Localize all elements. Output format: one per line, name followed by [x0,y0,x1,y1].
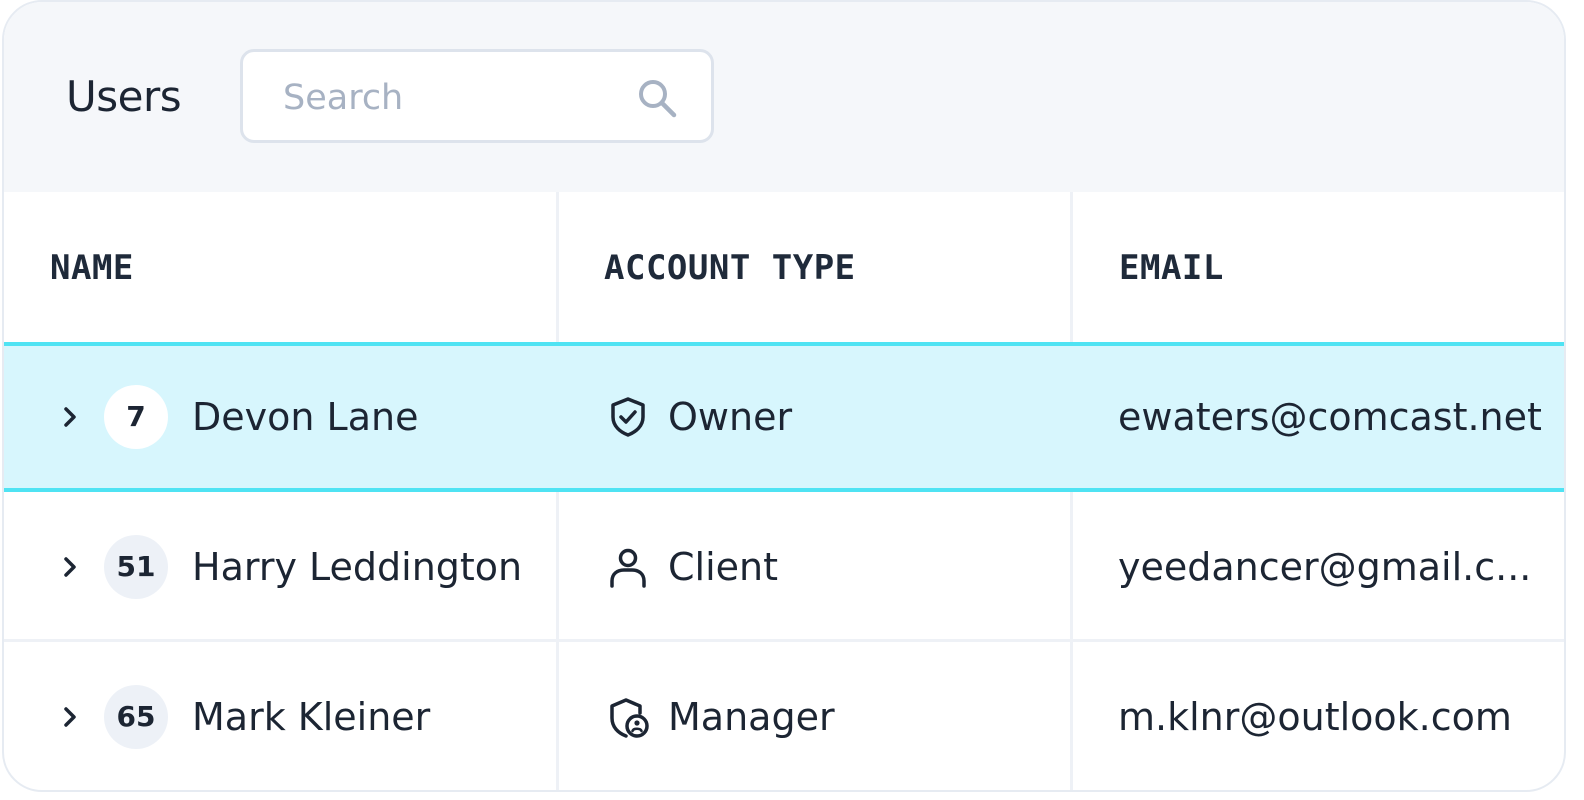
search-placeholder: Search [283,78,404,118]
shield-check-icon [611,397,645,437]
column-divider [556,192,559,790]
count-badge: 65 [104,685,168,749]
count-badge: 7 [104,385,168,449]
shield-user-icon [610,698,649,738]
card-header: Users Search [4,2,1564,192]
user-email: m.klnr@outlook.com [1118,695,1512,739]
column-header-name[interactable]: NAME [50,248,134,288]
user-email: ewaters@comcast.net [1118,395,1542,439]
table-row[interactable]: 51 Harry Leddington Client yeedancer@gma… [4,492,1564,642]
search-input[interactable]: Search [240,49,714,143]
user-name: Devon Lane [192,395,419,439]
chevron-right-icon[interactable] [60,402,82,432]
users-card: Users Search NAME ACCOUNT TYPE EMAIL 7 D… [2,0,1566,792]
user-icon [610,548,646,588]
column-header-email[interactable]: EMAIL [1119,248,1224,288]
user-name: Mark Kleiner [192,695,431,739]
table-row[interactable]: 7 Devon Lane Owner ewaters@comcast.net [4,342,1564,492]
user-email: yeedancer@gmail.c... [1118,545,1532,589]
table-row[interactable]: 65 Mark Kleiner Manager m.klnr@outlook.c… [4,642,1564,790]
chevron-right-icon[interactable] [60,552,82,582]
account-type: Manager [668,695,835,739]
search-icon[interactable] [635,76,679,120]
account-type: Owner [668,395,793,439]
user-name: Harry Leddington [192,545,523,589]
chevron-right-icon[interactable] [60,702,82,732]
column-divider [1070,192,1073,790]
account-type: Client [668,545,779,589]
page-title: Users [66,72,182,121]
column-header-account-type[interactable]: ACCOUNT TYPE [604,248,856,288]
table-header-row: NAME ACCOUNT TYPE EMAIL [4,192,1564,342]
count-badge: 51 [104,535,168,599]
